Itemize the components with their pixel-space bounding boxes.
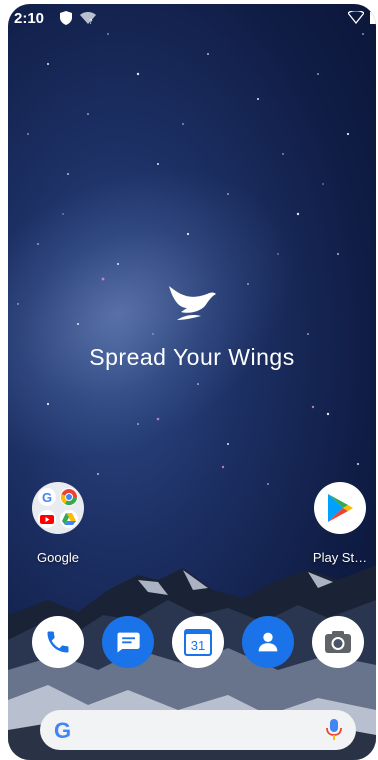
wifi-signal-icon: [348, 11, 364, 24]
svg-text:G: G: [54, 718, 71, 742]
drive-icon: [60, 510, 78, 528]
status-time: 2:10: [14, 10, 45, 27]
svg-text:?: ?: [89, 18, 93, 25]
calendar-icon: 31: [184, 629, 212, 656]
phone-icon: [47, 631, 69, 653]
contacts-icon: [258, 632, 278, 652]
status-bar: 2:10 ?: [8, 4, 376, 32]
play-store-label: Play St…: [312, 550, 368, 565]
wallpaper-brand: Spread Your Wings: [8, 282, 376, 370]
chrome-icon: [60, 488, 78, 506]
svg-text:G: G: [42, 490, 52, 505]
battery-icon: [370, 12, 376, 24]
google-logo-icon: G: [54, 718, 71, 742]
wifi-question-icon: ?: [80, 12, 96, 25]
calendar-app[interactable]: 31: [172, 616, 224, 668]
app-dock: 31: [8, 616, 376, 672]
google-folder[interactable]: G: [32, 482, 84, 534]
contacts-app[interactable]: [242, 616, 294, 668]
microphone-icon[interactable]: [326, 719, 342, 741]
camera-icon: [325, 631, 351, 653]
calendar-date: 31: [191, 638, 205, 653]
google-search-bar[interactable]: G: [40, 710, 356, 750]
messages-icon: [117, 632, 140, 653]
play-store-app[interactable]: [314, 482, 366, 534]
google-icon: G: [38, 488, 56, 506]
phone-app[interactable]: [32, 616, 84, 668]
play-store-icon: [328, 494, 353, 522]
messages-app[interactable]: [102, 616, 154, 668]
youtube-icon: [38, 510, 56, 528]
google-folder-label: Google: [37, 550, 79, 565]
camera-app[interactable]: [312, 616, 364, 668]
home-screen: 2:10 ? Spread Your Wings G Google Play S…: [8, 4, 376, 760]
bird-logo-icon: [169, 286, 216, 320]
brand-slogan: Spread Your Wings: [89, 344, 295, 370]
shield-icon: [60, 11, 72, 25]
